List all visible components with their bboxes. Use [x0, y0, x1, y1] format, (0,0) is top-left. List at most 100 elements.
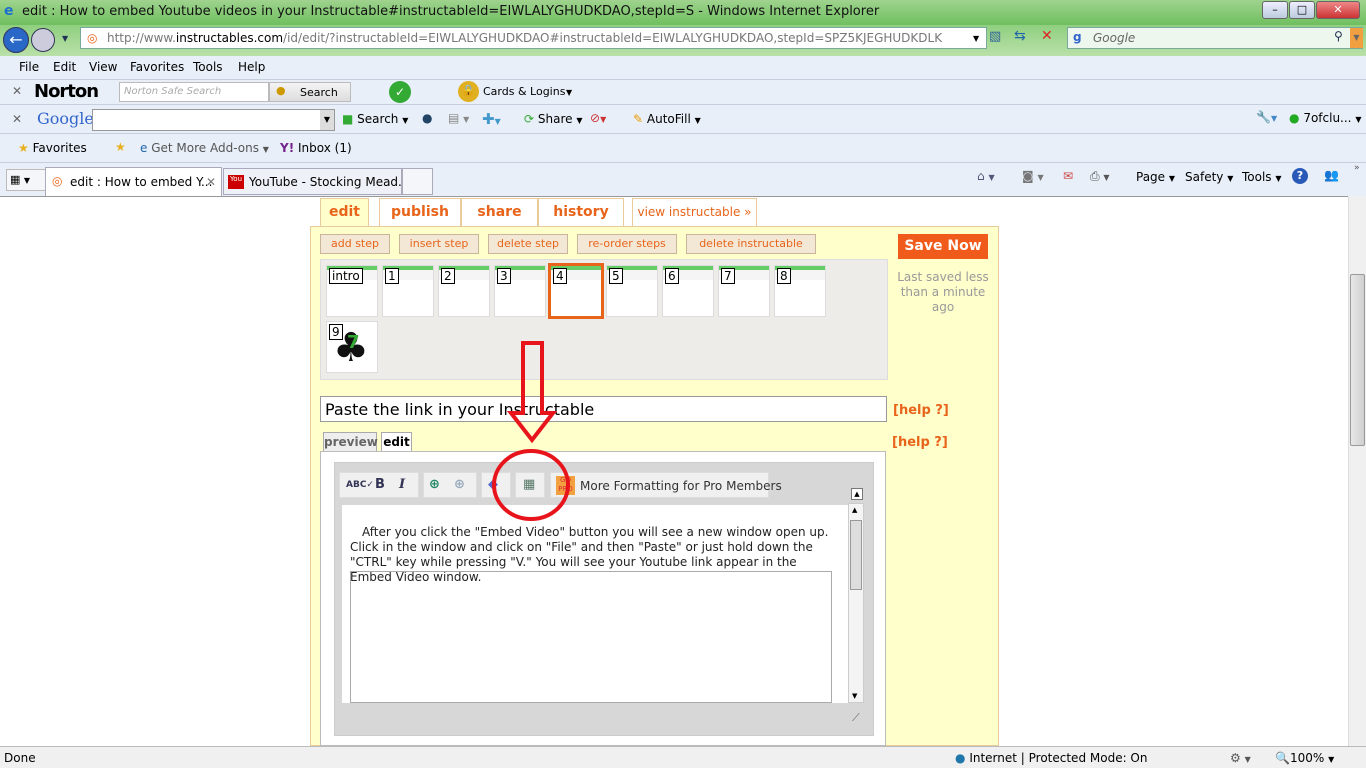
step-thumbnail-7[interactable]: 7 [718, 265, 770, 317]
add-favorite-icon[interactable]: ★ [115, 140, 126, 154]
checkmark-icon[interactable]: ✓ [389, 81, 411, 103]
page-scrollbar[interactable] [1348, 196, 1366, 746]
step-thumbnail-9[interactable]: ♣ 7 9 [326, 321, 378, 373]
step-thumbnail-6[interactable]: 6 [662, 265, 714, 317]
new-tab-button[interactable] [402, 168, 433, 195]
help-icon[interactable]: ? [1292, 168, 1308, 184]
menu-file[interactable]: File [19, 60, 39, 74]
help-link[interactable]: [help ?] [892, 435, 948, 450]
back-button[interactable]: ← [3, 27, 29, 53]
editor-scrollbar[interactable]: ▲ ▼ [848, 503, 864, 703]
get-addons-link[interactable]: e Get More Add-ons ▼ [140, 141, 269, 155]
menu-favorites[interactable]: Favorites [130, 60, 184, 74]
address-dropdown[interactable]: ▼ [973, 34, 979, 43]
tab-publish[interactable]: publish [379, 198, 461, 227]
step-thumbnail-3[interactable]: 3 [494, 265, 546, 317]
menu-tools[interactable]: Tools [193, 60, 223, 74]
print-icon[interactable]: ⎙ ▼ [1090, 169, 1110, 184]
tab-preview[interactable]: preview [323, 432, 378, 452]
delete-step-button[interactable]: delete step [488, 234, 568, 254]
page-menu[interactable]: Page ▼ [1136, 170, 1175, 184]
feeds-icon[interactable]: ◙ ▼ [1022, 169, 1044, 183]
add-step-button[interactable]: add step [320, 234, 390, 254]
tab-edit[interactable]: ◎ edit : How to embed Y... ✕ [45, 167, 222, 196]
tab-history[interactable]: history [538, 198, 624, 227]
delete-instructable-button[interactable]: delete instructable [686, 234, 816, 254]
bookmarks-icon[interactable]: ▤ ▼ [448, 111, 469, 125]
step-thumbnail-8[interactable]: 8 [774, 265, 826, 317]
scrollbar-thumb[interactable] [1350, 274, 1365, 446]
cards-logins-button[interactable]: Cards & Logins [483, 85, 565, 98]
compatibility-view-icon[interactable]: ▧ [989, 29, 1001, 44]
globe-icon[interactable]: ● [422, 111, 432, 125]
close-toolbar-icon[interactable]: ✕ [12, 112, 22, 126]
scroll-down-icon[interactable]: ▼ [852, 692, 857, 700]
step-thumbnail-intro[interactable]: intro [326, 265, 378, 317]
more-commands-icon[interactable]: » [1354, 163, 1360, 173]
menu-edit[interactable]: Edit [53, 60, 76, 74]
italic-icon[interactable]: I [399, 477, 405, 492]
yahoo-inbox-link[interactable]: Y! Inbox (1) [280, 141, 352, 155]
google-search-dropdown[interactable]: ▼ [320, 110, 334, 130]
search-icon[interactable]: ⚲ [1334, 29, 1343, 43]
wrench-icon[interactable]: 🔧▼ [1256, 110, 1277, 124]
spellcheck-icon[interactable]: ABC✓ [346, 480, 374, 490]
close-toolbar-icon[interactable]: ✕ [12, 84, 22, 98]
maximize-button[interactable]: □ [1289, 1, 1315, 19]
mail-icon[interactable]: ✉ [1063, 169, 1073, 183]
history-dropdown[interactable]: ▼ [62, 34, 68, 43]
norton-search-input[interactable]: Norton Safe Search [119, 82, 269, 102]
remove-link-icon[interactable]: ⊕ [454, 477, 465, 492]
editor-scrollbar-thumb[interactable] [850, 520, 862, 590]
google-search-input[interactable]: ▼ [92, 109, 335, 131]
tab-edit-site[interactable]: edit [320, 198, 369, 228]
save-now-button[interactable]: Save Now [898, 234, 988, 259]
norton-search-button[interactable]: ● Search [269, 82, 351, 102]
quick-tabs-button[interactable]: ▦ ▼ [6, 169, 46, 191]
collapse-toolbar-button[interactable]: ▲ [851, 488, 863, 500]
view-instructable-link[interactable]: view instructable » [632, 198, 757, 226]
resize-handle-icon[interactable]: ⟋ [852, 711, 860, 725]
plus-icon[interactable]: ✚▼ [482, 110, 501, 128]
stop-icon[interactable]: ✕ [1041, 28, 1053, 44]
security-zone[interactable]: ● Internet | Protected Mode: On [955, 751, 1147, 765]
close-tab-icon[interactable]: ✕ [206, 175, 216, 189]
popup-blocker-icon[interactable]: ⊘▼ [590, 111, 606, 125]
share-button[interactable]: ⟳ Share ▼ [524, 112, 583, 126]
minimize-button[interactable]: – [1262, 1, 1288, 19]
tools-menu[interactable]: Tools ▼ [1242, 170, 1282, 184]
menu-view[interactable]: View [89, 60, 117, 74]
search-input[interactable]: Google g ⚲ ▼ [1067, 27, 1363, 49]
address-input[interactable]: ◎ http://www.instructables.com/id/edit/?… [80, 27, 987, 49]
step-thumbnail-5[interactable]: 5 [606, 265, 658, 317]
home-icon[interactable]: ⌂ ▼ [977, 169, 995, 183]
step-thumbnail-2[interactable]: 2 [438, 265, 490, 317]
scroll-up-icon[interactable]: ▲ [852, 506, 857, 514]
refresh-icon[interactable]: ⇆ [1014, 28, 1026, 44]
search-options-dropdown[interactable]: ▼ [1350, 28, 1363, 48]
norton-logo[interactable]: Norton [34, 81, 99, 102]
step-thumbnail-4[interactable]: 4 [548, 263, 604, 319]
menu-help[interactable]: Help [238, 60, 265, 74]
google-search-button[interactable]: ■ Search ▼ [342, 112, 408, 126]
bold-icon[interactable]: B [375, 477, 385, 492]
protected-mode-icon[interactable]: ⚙ ▼ [1230, 751, 1251, 765]
zoom-level[interactable]: 🔍100% ▼ [1275, 751, 1334, 765]
cards-dropdown[interactable]: ▼ [566, 88, 572, 97]
favorites-button[interactable]: ★ Favorites [18, 141, 87, 155]
safety-menu[interactable]: Safety ▼ [1185, 170, 1233, 184]
reorder-steps-button[interactable]: re-order steps [577, 234, 677, 254]
insert-step-button[interactable]: insert step [399, 234, 479, 254]
forward-button[interactable] [31, 28, 55, 52]
step-thumbnail-1[interactable]: 1 [382, 265, 434, 317]
insert-link-icon[interactable]: ⊕ [429, 477, 440, 492]
tab-youtube[interactable]: You YouTube - Stocking Mead... [223, 168, 410, 195]
messenger-icon[interactable]: 👥 [1324, 168, 1339, 182]
autofill-button[interactable]: ✎ AutoFill ▼ [633, 112, 701, 126]
close-button[interactable]: ✕ [1316, 1, 1360, 19]
tab-share[interactable]: share [461, 198, 538, 227]
help-link[interactable]: [help ?] [893, 403, 949, 418]
account-button[interactable]: ● 7ofclu... ▼ [1289, 111, 1361, 125]
step-title-input[interactable]: Paste the link in your Instructable [320, 396, 887, 422]
tab-edit-body[interactable]: edit [381, 432, 412, 453]
